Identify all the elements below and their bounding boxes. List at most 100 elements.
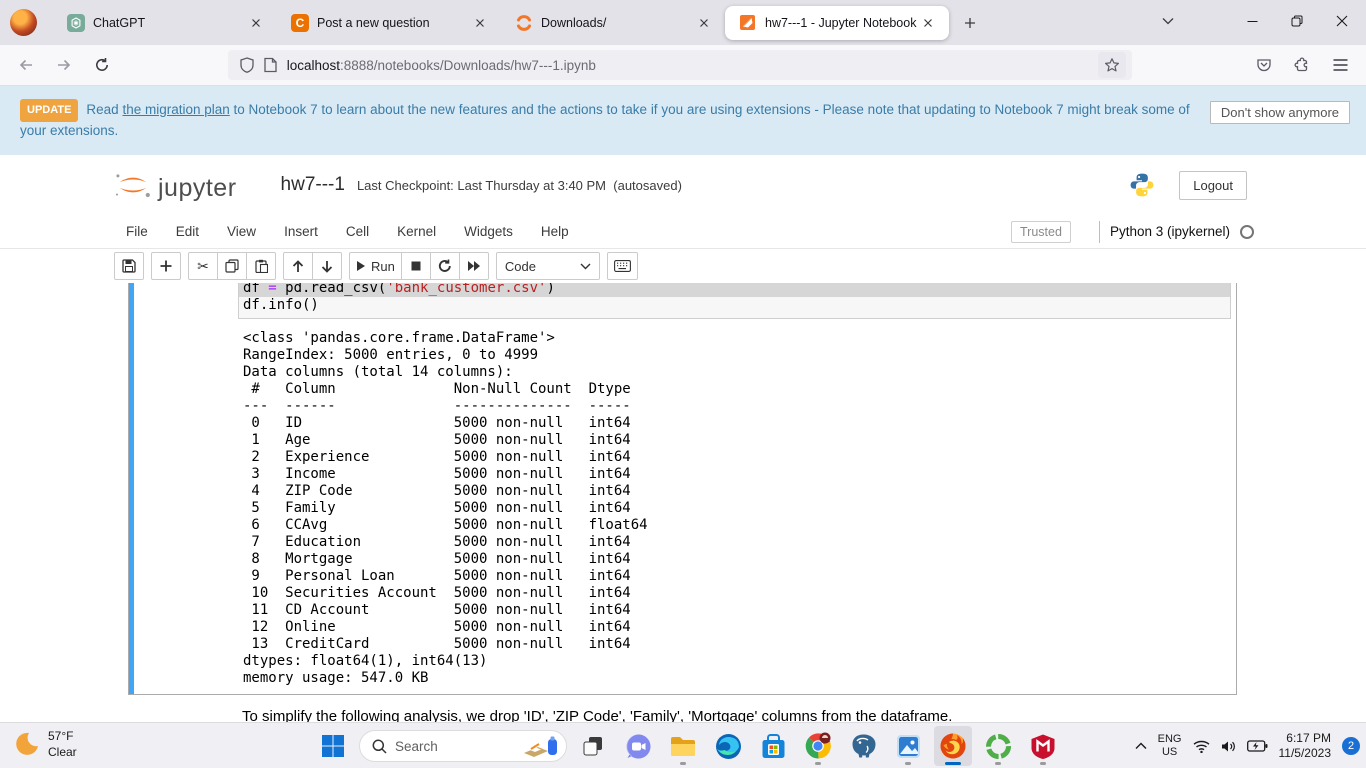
running-indicator	[905, 762, 911, 765]
jupyter-menubar: File Edit View Insert Cell Kernel Widget…	[0, 215, 1366, 249]
taskbar-app-postgresql[interactable]	[844, 726, 882, 766]
taskbar-app-microsoft-store[interactable]	[754, 726, 792, 766]
tab-close-button[interactable]	[917, 12, 939, 34]
scissors-icon: ✂	[197, 258, 209, 274]
back-button[interactable]	[10, 50, 42, 80]
code-line-2[interactable]: df.info()	[243, 297, 1230, 314]
cell-type-dropdown[interactable]: Code	[495, 252, 600, 280]
extensions-puzzle-icon[interactable]	[1286, 50, 1318, 80]
taskbar-app-photos[interactable]	[889, 726, 927, 766]
code-editor[interactable]: df = pd.read_csv('bank_customer.csv') df…	[238, 283, 1231, 319]
tab-chegg[interactable]: C Post a new question	[277, 6, 501, 40]
notebook-area: df = pd.read_csv('bank_customer.csv') df…	[0, 283, 1366, 722]
menu-help[interactable]: Help	[527, 217, 583, 246]
run-cell-button[interactable]: Run	[349, 252, 402, 280]
play-icon	[357, 261, 365, 271]
page-info-icon[interactable]	[264, 57, 277, 73]
shield-icon[interactable]	[240, 57, 254, 73]
reload-button[interactable]	[86, 50, 118, 80]
jupyter-spinner-icon	[515, 14, 533, 32]
jupyter-logo-text: jupyter	[158, 174, 237, 202]
code-line-selected[interactable]: df = pd.read_csv('bank_customer.csv')	[239, 283, 1230, 297]
copy-cell-button[interactable]	[217, 252, 247, 280]
move-cell-down-button[interactable]	[312, 252, 342, 280]
taskbar-search-box[interactable]: Search	[359, 730, 567, 762]
taskbar-app-edge[interactable]	[709, 726, 747, 766]
markdown-cell-text[interactable]: To simplify the following analysis, we d…	[242, 708, 952, 722]
taskbar-app-chat[interactable]	[619, 726, 657, 766]
clear-night-moon-icon	[16, 732, 38, 755]
menu-widgets[interactable]: Widgets	[450, 217, 527, 246]
restart-kernel-button[interactable]	[429, 252, 460, 280]
taskbar-app-green-ring[interactable]	[979, 726, 1017, 766]
cut-cell-button[interactable]: ✂	[188, 252, 218, 280]
chevron-down-icon	[580, 263, 591, 269]
jupyter-book-icon	[739, 14, 757, 32]
kernel-idle-indicator	[1240, 224, 1254, 239]
notification-count-badge[interactable]: 2	[1342, 737, 1360, 755]
menu-file[interactable]: File	[112, 217, 162, 246]
tab-close-button[interactable]	[469, 12, 491, 34]
menu-cell[interactable]: Cell	[332, 217, 383, 246]
menu-hamburger-icon[interactable]	[1324, 50, 1356, 80]
windows-taskbar: 57°F Clear Search ENG US 6:17 PM 11/5/20…	[0, 722, 1366, 768]
forward-button[interactable]	[48, 50, 80, 80]
save-button[interactable]	[114, 252, 144, 280]
menu-kernel[interactable]: Kernel	[383, 217, 450, 246]
window-restore-button[interactable]	[1277, 0, 1317, 42]
add-cell-button[interactable]	[151, 252, 181, 280]
bookmark-star-icon[interactable]	[1098, 52, 1127, 78]
new-tab-button[interactable]	[955, 8, 985, 38]
menu-view[interactable]: View	[213, 217, 270, 246]
taskbar-app-file-explorer[interactable]	[664, 726, 702, 766]
tab-title: Downloads/	[541, 15, 607, 30]
tab-chatgpt[interactable]: ChatGPT	[53, 6, 277, 40]
logout-button[interactable]: Logout	[1179, 170, 1247, 200]
dont-show-anymore-button[interactable]: Don't show anymore	[1209, 101, 1350, 124]
notebook-title[interactable]: hw7---1	[281, 174, 345, 196]
taskbar-app-firefox-active[interactable]	[934, 726, 972, 766]
tab-jupyter-notebook-active[interactable]: hw7---1 - Jupyter Notebook	[725, 5, 949, 40]
weather-temp: 57°F	[48, 729, 74, 743]
battery-icon[interactable]	[1246, 740, 1268, 752]
volume-icon[interactable]	[1221, 740, 1236, 753]
notebook7-update-banner: UPDATE Read the migration plan to Noteboo…	[0, 86, 1366, 155]
window-minimize-button[interactable]	[1232, 0, 1272, 42]
start-button[interactable]	[314, 726, 352, 766]
running-indicator	[995, 762, 1001, 765]
window-close-button[interactable]	[1322, 0, 1362, 42]
move-cell-up-button[interactable]	[283, 252, 313, 280]
tab-downloads[interactable]: Downloads/	[501, 6, 725, 40]
tab-title: hw7---1 - Jupyter Notebook	[765, 15, 917, 30]
python-logo-icon	[1129, 172, 1155, 198]
edge-icon	[715, 733, 741, 759]
tab-close-button[interactable]	[693, 12, 715, 34]
clock-widget[interactable]: 6:17 PM 11/5/2023	[1279, 731, 1332, 761]
tab-title: ChatGPT	[93, 15, 146, 30]
fast-forward-icon	[467, 261, 480, 271]
pocket-icon[interactable]	[1248, 50, 1280, 80]
tray-chevron-up-icon[interactable]	[1135, 742, 1147, 750]
weather-widget[interactable]: 57°F Clear	[14, 728, 77, 760]
interrupt-kernel-button[interactable]	[400, 252, 431, 280]
selected-code-cell[interactable]: df = pd.read_csv('bank_customer.csv') df…	[128, 283, 1237, 695]
cell-output-text: <class 'pandas.core.frame.DataFrame'> Ra…	[243, 330, 648, 686]
url-text[interactable]: localhost:8888/notebooks/Downloads/hw7--…	[287, 58, 1089, 73]
taskbar-app-chrome[interactable]	[799, 726, 837, 766]
task-view-button[interactable]	[574, 726, 612, 766]
command-palette-button[interactable]	[606, 252, 638, 280]
taskbar-app-mcafee[interactable]	[1024, 726, 1062, 766]
run-label: Run	[371, 258, 395, 274]
list-all-tabs-button[interactable]	[1148, 0, 1188, 42]
migration-plan-link[interactable]: the migration plan	[122, 102, 229, 117]
wifi-icon[interactable]	[1193, 740, 1210, 753]
paste-cell-button[interactable]	[246, 252, 276, 280]
menu-insert[interactable]: Insert	[270, 217, 332, 246]
menu-edit[interactable]: Edit	[162, 217, 213, 246]
search-icon	[372, 739, 387, 754]
restart-run-all-button[interactable]	[458, 252, 489, 280]
language-indicator[interactable]: ENG US	[1158, 733, 1182, 759]
tab-close-button[interactable]	[245, 12, 267, 34]
address-bar[interactable]: localhost:8888/notebooks/Downloads/hw7--…	[227, 50, 1133, 80]
jupyter-logo[interactable]: jupyter	[112, 169, 237, 201]
